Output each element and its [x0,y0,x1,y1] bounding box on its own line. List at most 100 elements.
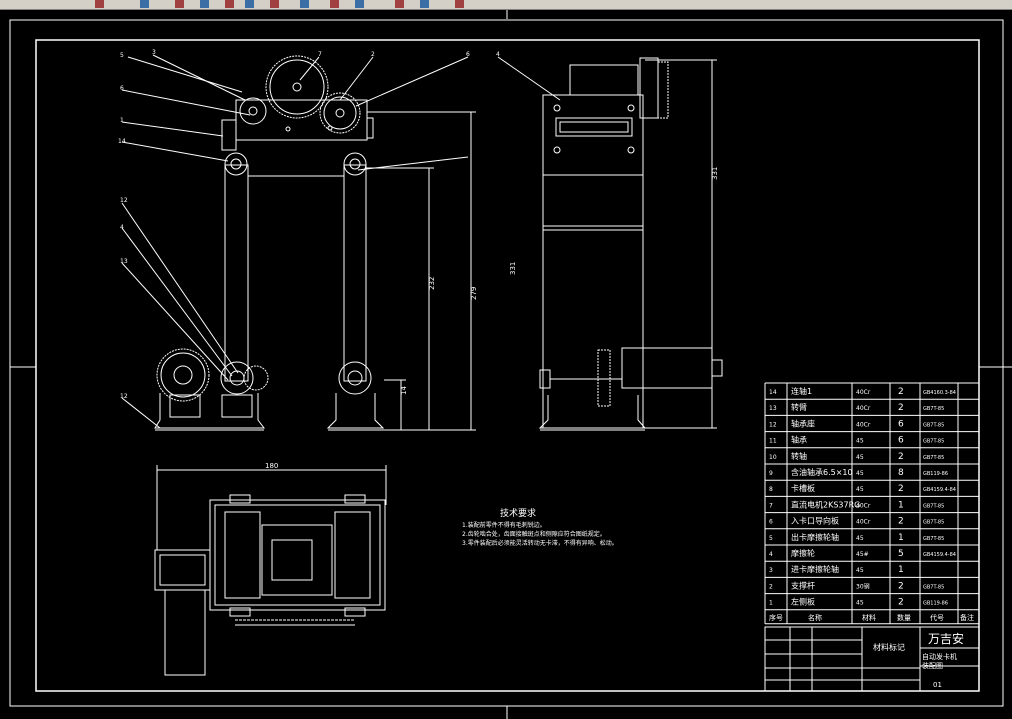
properties-icon[interactable] [300,0,309,8]
tech-requirements: 技术要求 1.装配前零件不得有毛刺锐边。 2.齿轮啮合处，齿面接触斑点和侧隙应符… [462,507,618,547]
part-callout: 1 [120,117,124,124]
bom-row-material: 45 [856,486,864,493]
material-mark: 材料标记 [873,642,905,652]
bom-row-code: GB119-86 [923,471,948,477]
bom-row-code: GB7T-85 [923,584,944,590]
bom-row-no: 1 [769,600,773,607]
bom-row-qty: 1 [898,533,904,543]
bom-row-material: 40Cr [856,421,871,428]
bom-row-qty: 2 [898,517,904,527]
drawing-number: 01 [933,681,942,689]
table-icon[interactable] [355,0,364,8]
dim-height-331: 331 [509,262,517,275]
zoom-previous-icon[interactable] [225,0,234,8]
part-callout: 14 [118,138,126,145]
drawing-name: 自动发卡机 [922,652,957,661]
bom-row-qty: 6 [898,436,904,446]
part-callout: 5 [120,52,124,59]
tech-req-line-1: 1.装配前零件不得有毛刺锐边。 [462,521,546,529]
bom-row-name: 入卡口导向板 [791,516,839,526]
top-view [154,465,387,676]
bom-row-no: 3 [769,567,773,574]
bom-row-name: 摩擦轮 [791,548,815,558]
bom-row-material: 45 [856,567,864,574]
text-style-icon[interactable] [270,0,279,8]
part-callout: 2 [371,51,375,58]
bom-row-code: GB7T-85 [923,406,944,412]
bom-row-no: 6 [769,519,773,526]
bom-row-material: 30钢 [856,582,870,590]
bom-row-no: 14 [769,389,777,396]
part-callout: 7 [318,51,322,58]
bom-row-code: GB7T-85 [923,503,944,509]
bom-row-qty: 2 [898,452,904,462]
bom-row-code: GB4160.3-84 [923,390,956,396]
part-callout: 6 [120,85,124,92]
dim-small: 14 [400,386,408,395]
dim-height-side: 331 [711,167,719,180]
bom-row-code: GB119-86 [923,601,948,607]
part-callout: 12 [120,197,128,204]
dim-height-232: 232 [428,277,436,290]
bom-row-material: 40Cr [856,389,871,396]
side-view [497,56,723,431]
part-callout: 3 [152,49,156,56]
part-callout: 4 [496,51,500,58]
bom-row-material: 40Cr [856,519,871,526]
bom-row-material: 45 [856,438,864,445]
part-callout: 12 [120,393,128,400]
bom-row-material: 45 [856,454,864,461]
bom-row-name: 支撑杆 [791,580,815,590]
cad-toolbar [0,0,1012,10]
zoom-window-icon[interactable] [200,0,209,8]
tech-req-line-2: 2.齿轮啮合处，齿面接触斑点和侧隙应符合图纸规定。 [462,530,606,538]
bom-row-qty: 2 [898,484,904,494]
outer-frame [9,19,1004,707]
bom-row-qty: 2 [898,581,904,591]
zoom-realtime-icon[interactable] [175,0,184,8]
bom-row-no: 10 [769,454,777,461]
zoom-extents-icon[interactable] [245,0,254,8]
bom-row-material: 40Cr [856,405,871,412]
bom-header-qty: 数量 [897,613,911,622]
cad-drawing-canvas[interactable]: 180 279 232 331 14 331 5 3 7 2 6611412413124… [0,10,1012,719]
bom-row-no: 4 [769,551,773,558]
bom-header-no: 序号 [769,613,783,622]
bom-row-code: GB4159.4-84 [923,552,956,558]
layers-icon[interactable] [330,0,339,8]
bom-row-name: 左侧板 [791,597,815,607]
dim-height-279: 279 [470,287,478,300]
bom-row-name: 出卡摩擦轮轴 [791,532,839,542]
bom-row-name: 进卡摩擦轮轴 [791,564,839,574]
bom-row-qty: 6 [898,419,904,429]
bom-row-code: GB7T-85 [923,439,944,445]
bom-row-qty: 1 [898,565,904,575]
bom-row-no: 2 [769,583,773,590]
redo-icon[interactable] [140,0,149,8]
snap-icon[interactable] [420,0,429,8]
bom-row-name: 含油轴承6.5×10 [791,467,853,477]
bom-row-name: 轴承 [791,435,807,445]
bom-row-material: 45 [856,470,864,477]
bom-row-no: 7 [769,502,773,509]
bom-row-material: 40Cr [856,502,871,509]
bom-row-code: GB7T-85 [923,455,944,461]
bom-row-material: 45 [856,535,864,542]
bom-row-no: 11 [769,438,777,445]
undo-icon[interactable] [95,0,104,8]
settings-icon[interactable] [455,0,464,8]
bom-row-qty: 1 [898,500,904,510]
drawing-sub: 装配图 [922,661,943,670]
bom-row-name: 转臂 [791,402,807,412]
part-callout: 6 [466,51,470,58]
bom-row-name: 连轴1 [791,386,812,396]
bom-row-name: 转轴 [791,451,807,461]
bom-row-code: GB7T-85 [923,520,944,526]
help-icon[interactable] [395,0,404,8]
bom-row-name: 直流电机2KS37RG [791,499,860,509]
tech-requirements-title: 技术要求 [500,507,536,519]
bom-header-name: 名称 [808,613,822,622]
bom-row-no: 9 [769,470,773,477]
part-callout: 13 [120,258,128,265]
bom-row-code: GB7T-85 [923,536,944,542]
